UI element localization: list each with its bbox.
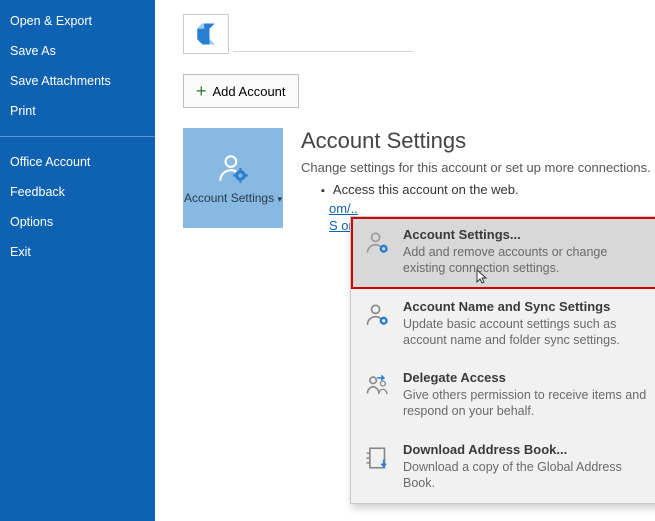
sidebar-item-save-attachments[interactable]: Save Attachments	[0, 66, 155, 96]
menu-item-title: Account Name and Sync Settings	[403, 299, 647, 314]
menu-item-account-settings[interactable]: Account Settings... Add and remove accou…	[351, 217, 655, 289]
sidebar-item-open-export[interactable]: Open & Export	[0, 6, 155, 36]
cursor-icon	[475, 269, 491, 285]
menu-item-subtitle: Add and remove accounts or change existi…	[403, 244, 647, 277]
menu-item-subtitle: Download a copy of the Global Address Bo…	[403, 459, 647, 492]
menu-item-title: Download Address Book...	[403, 442, 647, 457]
account-info-pane: + Add Account Account Settings ▾ Account…	[155, 0, 655, 521]
chevron-down-icon: ▾	[277, 194, 282, 204]
account-settings-dropdown: Account Settings... Add and remove accou…	[350, 216, 655, 504]
email-account-header	[183, 14, 655, 54]
add-account-button[interactable]: + Add Account	[183, 74, 299, 108]
web-access-bullet: Access this account on the web.	[321, 182, 651, 197]
menu-item-title: Account Settings...	[403, 227, 647, 242]
web-access-link-1[interactable]: om/..	[329, 201, 358, 216]
person-gear-icon	[363, 299, 393, 349]
sidebar-divider	[0, 136, 155, 137]
sidebar-item-exit[interactable]: Exit	[0, 237, 155, 267]
address-book-download-icon	[363, 442, 393, 492]
tile-label: Account Settings ▾	[184, 191, 282, 205]
plus-icon: +	[196, 82, 207, 100]
menu-item-download-gab[interactable]: Download Address Book... Download a copy…	[351, 432, 655, 504]
section-title: Account Settings	[301, 128, 651, 154]
menu-item-name-sync[interactable]: Account Name and Sync Settings Update ba…	[351, 289, 655, 361]
menu-item-subtitle: Give others permission to receive items …	[403, 387, 647, 420]
sidebar-item-options[interactable]: Options	[0, 207, 155, 237]
account-settings-tile[interactable]: Account Settings ▾	[183, 128, 283, 228]
exchange-icon	[183, 14, 229, 54]
file-menu-sidebar: Open & Export Save As Save Attachments P…	[0, 0, 155, 521]
person-gear-icon	[363, 227, 393, 277]
section-description: Change settings for this account or set …	[301, 160, 651, 176]
email-address-display	[233, 17, 413, 52]
menu-item-delegate[interactable]: Delegate Access Give others permission t…	[351, 360, 655, 432]
menu-item-subtitle: Update basic account settings such as ac…	[403, 316, 647, 349]
person-gear-icon	[216, 151, 250, 185]
sidebar-item-save-as[interactable]: Save As	[0, 36, 155, 66]
sidebar-item-print[interactable]: Print	[0, 96, 155, 126]
sidebar-item-office-account[interactable]: Office Account	[0, 147, 155, 177]
delegate-icon	[363, 370, 393, 420]
sidebar-item-feedback[interactable]: Feedback	[0, 177, 155, 207]
menu-item-title: Delegate Access	[403, 370, 647, 385]
add-account-label: Add Account	[213, 84, 286, 99]
